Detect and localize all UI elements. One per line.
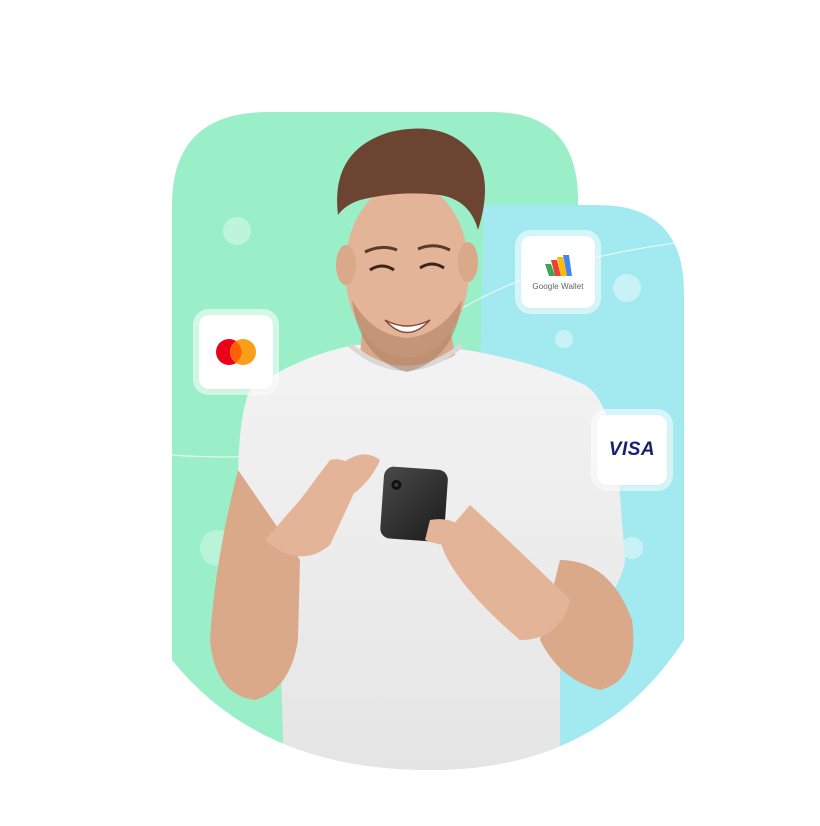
visa-badge: VISA (597, 415, 667, 485)
mastercard-logo-icon (216, 339, 256, 365)
hero-illustration: Google Wallet VISA (0, 0, 820, 821)
google-wallet-badge: Google Wallet (521, 236, 595, 308)
hero-background (172, 112, 684, 770)
google-wallet-label: Google Wallet (532, 281, 584, 291)
mastercard-badge (199, 315, 273, 389)
visa-logo-icon: VISA (608, 439, 656, 460)
google-wallet-logo-icon (545, 254, 572, 276)
